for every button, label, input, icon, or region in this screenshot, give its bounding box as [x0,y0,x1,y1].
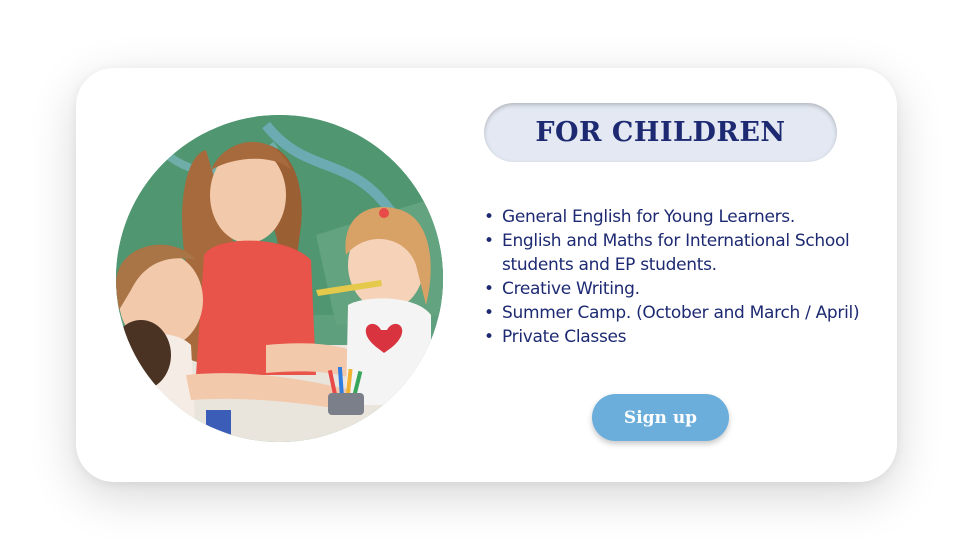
list-item: • Summer Camp. (October and March / April… [482,301,882,325]
course-item-text: Creative Writing. [502,279,640,299]
list-item: • Creative Writing. [482,277,882,301]
course-item-text: Summer Camp. (October and March / April) [502,303,860,323]
course-item-text: General English for Young Learners. [502,207,795,227]
title-pill: FOR CHILDREN [484,103,837,162]
list-item: • Private Classes [482,325,882,349]
bullet: • [484,279,494,299]
bullet: • [484,231,494,251]
sign-up-button[interactable]: Sign up [592,394,729,441]
list-item: • General English for Young Learners. [482,205,882,229]
course-list: • General English for Young Learners. • En… [482,205,882,349]
teacher-with-children-photo [116,115,443,442]
bullet: • [484,303,494,323]
bullet: • [484,327,494,347]
course-item-text: English and Maths for International Scho… [502,231,850,275]
bullet: • [484,207,494,227]
card-title: FOR CHILDREN [535,117,786,148]
course-item-text: Private Classes [502,327,627,347]
page: FOR CHILDREN • General English for Young … [0,0,957,549]
list-item: • English and Maths for International Sch… [482,229,882,277]
